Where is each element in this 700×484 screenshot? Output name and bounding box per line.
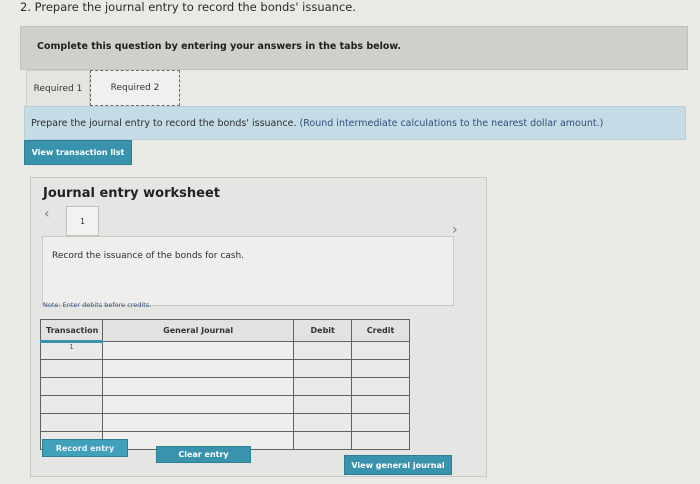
debit-input[interactable]: [293, 431, 353, 450]
banner-text: Complete this question by entering your …: [37, 41, 402, 52]
debit-input[interactable]: [293, 395, 353, 414]
debit-input[interactable]: [293, 341, 353, 360]
header-transaction: Transaction: [40, 319, 103, 343]
credit-input[interactable]: [351, 377, 410, 396]
journal-table: Transaction General Journal Debit Credit…: [40, 319, 410, 450]
tab-required-1[interactable]: Required 1: [26, 70, 90, 106]
transaction-cell: [40, 377, 103, 396]
table-row: [40, 359, 410, 378]
view-general-journal-button[interactable]: View general journal: [344, 455, 452, 475]
tab-required-2[interactable]: Required 2: [90, 70, 180, 106]
account-input[interactable]: [101, 377, 295, 396]
instructions-banner: Complete this question by entering your …: [20, 26, 688, 70]
clear-entry-button[interactable]: Clear entry: [156, 446, 251, 463]
debit-input[interactable]: [293, 413, 353, 432]
instruction-text: Prepare the journal entry to record the …: [31, 118, 603, 129]
header-general-journal: General Journal: [101, 319, 295, 342]
header-debit: Debit: [293, 319, 353, 342]
instruction-main: Prepare the journal entry to record the …: [31, 118, 297, 129]
credit-input[interactable]: [351, 413, 410, 432]
transaction-cell: [40, 359, 103, 378]
debit-credit-hint: Note: Enter debits before credits.: [43, 301, 152, 309]
table-row: 1: [40, 341, 410, 360]
description-text: Record the issuance of the bonds for cas…: [52, 251, 245, 261]
table-row: [40, 377, 410, 396]
transaction-cell: 1: [40, 341, 103, 360]
transaction-description: Record the issuance of the bonds for cas…: [42, 236, 454, 306]
instruction-note: (Round intermediate calculations to the …: [299, 118, 604, 129]
credit-input[interactable]: [351, 341, 410, 360]
account-input[interactable]: [101, 413, 295, 432]
view-transaction-list-button[interactable]: View transaction list: [24, 140, 132, 165]
header-credit: Credit: [351, 319, 410, 342]
debit-input[interactable]: [293, 377, 353, 396]
worksheet-title: Journal entry worksheet: [43, 186, 220, 201]
table-row: [40, 395, 410, 414]
transaction-cell: [40, 413, 103, 432]
instruction-bar: Prepare the journal entry to record the …: [24, 106, 686, 140]
credit-input[interactable]: [351, 431, 410, 450]
page-indicator[interactable]: 1: [66, 206, 99, 236]
journal-header-row: Transaction General Journal Debit Credit: [40, 319, 410, 343]
account-input[interactable]: [101, 341, 295, 360]
account-input[interactable]: [101, 359, 295, 378]
account-input[interactable]: [101, 395, 295, 414]
credit-input[interactable]: [351, 395, 410, 414]
credit-input[interactable]: [351, 359, 410, 378]
record-entry-button[interactable]: Record entry: [42, 439, 128, 457]
table-row: [40, 413, 410, 432]
debit-input[interactable]: [293, 359, 353, 378]
transaction-cell: [40, 395, 103, 414]
chevron-left-icon[interactable]: ‹: [44, 206, 50, 222]
question-title: 2. Prepare the journal entry to record t…: [20, 0, 356, 14]
